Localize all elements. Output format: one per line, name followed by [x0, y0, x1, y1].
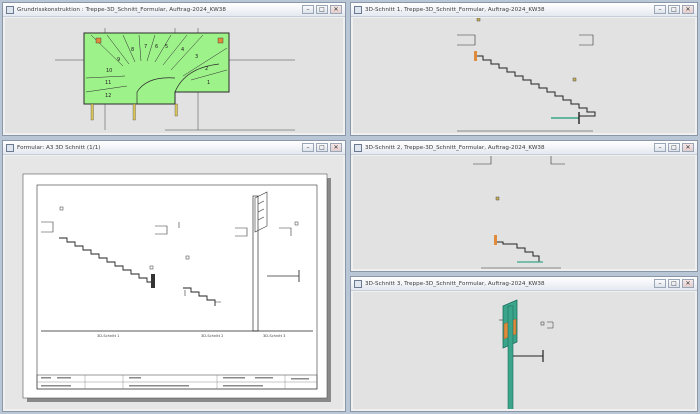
window-title: 3D-Schnitt 2, Treppe-3D_Schnitt_Formular… — [365, 144, 545, 151]
window-schnitt-2[interactable]: 3D-Schnitt 2, Treppe-3D_Schnitt_Formular… — [350, 140, 698, 272]
step-number: 1 — [207, 80, 210, 86]
plan-canvas[interactable]: 1 2 3 4 5 6 7 8 9 10 11 12 — [5, 18, 343, 133]
step-number: 4 — [181, 47, 184, 53]
sheet-canvas[interactable]: 3D-Schnitt 1 3D-Schnitt 2 3D-Schnitt 3 — [5, 156, 343, 409]
post-marker — [95, 37, 102, 44]
window-icon — [6, 5, 14, 14]
window-title: Formular: A3 3D Schnitt (1/1) — [17, 144, 101, 151]
window-schnitt-3[interactable]: 3D-Schnitt 3, Treppe-3D_Schnitt_Formular… — [350, 276, 698, 412]
step-number: 3 — [195, 54, 198, 60]
step-number: 5 — [165, 44, 168, 50]
window-schnitt-1[interactable]: 3D-Schnitt 1, Treppe-3D_Schnitt_Formular… — [350, 2, 698, 136]
marker — [495, 196, 500, 201]
post-marker — [132, 103, 136, 121]
sheet-paper — [22, 173, 328, 399]
section-2-canvas[interactable] — [353, 156, 695, 269]
close-button[interactable]: ✕ — [682, 143, 694, 152]
close-button[interactable]: ✕ — [682, 5, 694, 14]
close-button[interactable]: ✕ — [330, 143, 342, 152]
minimize-button[interactable]: – — [302, 143, 314, 152]
marker — [572, 77, 577, 82]
marker — [476, 18, 481, 22]
cut-label-2: 3D-Schnitt 2 — [201, 334, 223, 338]
stair-profile — [475, 55, 596, 117]
profile-detail — [473, 156, 565, 165]
maximize-button[interactable]: □ — [668, 143, 680, 152]
step-number: 12 — [105, 93, 111, 99]
start-post — [494, 235, 497, 245]
maximize-button[interactable]: □ — [316, 5, 328, 14]
post-marker — [174, 103, 178, 117]
step-number: 8 — [131, 47, 134, 53]
profile-detail — [547, 321, 554, 329]
window-icon — [354, 279, 362, 288]
titlebar[interactable]: 3D-Schnitt 3, Treppe-3D_Schnitt_Formular… — [351, 277, 697, 291]
window-title: Grundrisskonstruktion : Treppe-3D_Schnit… — [17, 6, 227, 13]
minimize-button[interactable]: – — [654, 5, 666, 14]
step-number: 2 — [205, 66, 208, 72]
close-button[interactable]: ✕ — [682, 279, 694, 288]
section-3-drawing — [499, 299, 554, 409]
minimize-button[interactable]: – — [654, 279, 666, 288]
section-3-canvas[interactable] — [353, 292, 695, 409]
window-icon — [354, 143, 362, 152]
section-1-drawing — [457, 18, 596, 132]
titlebar[interactable]: Grundrisskonstruktion : Treppe-3D_Schnit… — [3, 3, 345, 17]
minimize-button[interactable]: – — [654, 143, 666, 152]
titlebar[interactable]: 3D-Schnitt 1, Treppe-3D_Schnitt_Formular… — [351, 3, 697, 17]
step-number: 7 — [144, 44, 147, 50]
start-post — [474, 51, 477, 61]
minimize-button[interactable]: – — [302, 5, 314, 14]
sheet-drawing: 3D-Schnitt 1 3D-Schnitt 2 3D-Schnitt 3 — [22, 173, 331, 402]
window-grundriss[interactable]: Grundrisskonstruktion : Treppe-3D_Schnit… — [2, 2, 346, 136]
profile-detail — [457, 34, 594, 46]
close-button[interactable]: ✕ — [330, 5, 342, 14]
maximize-button[interactable]: □ — [668, 5, 680, 14]
window-icon — [6, 143, 14, 152]
section-2-drawing — [473, 156, 565, 269]
step-number: 11 — [105, 80, 111, 86]
window-formular[interactable]: Formular: A3 3D Schnitt (1/1) – □ ✕ 3D-S… — [2, 140, 346, 412]
window-title: 3D-Schnitt 1, Treppe-3D_Schnitt_Formular… — [365, 6, 545, 13]
stair-profile — [495, 241, 540, 262]
post-marker — [90, 103, 94, 121]
window-title: 3D-Schnitt 3, Treppe-3D_Schnitt_Formular… — [365, 280, 545, 287]
maximize-button[interactable]: □ — [316, 143, 328, 152]
titlebar[interactable]: 3D-Schnitt 2, Treppe-3D_Schnitt_Formular… — [351, 141, 697, 155]
section-1-canvas[interactable] — [353, 18, 695, 133]
marker — [540, 321, 545, 326]
titlebar[interactable]: Formular: A3 3D Schnitt (1/1) – □ ✕ — [3, 141, 345, 155]
window-icon — [354, 5, 362, 14]
post-marker — [217, 37, 224, 44]
cut-label-3: 3D-Schnitt 3 — [263, 334, 285, 338]
step-number: 9 — [117, 57, 120, 63]
floor-plan-drawing: 1 2 3 4 5 6 7 8 9 10 11 12 — [55, 28, 295, 131]
maximize-button[interactable]: □ — [668, 279, 680, 288]
stair-landing — [151, 274, 155, 288]
step-number: 6 — [155, 44, 158, 50]
step-number: 10 — [106, 68, 112, 74]
cut-label-1: 3D-Schnitt 1 — [97, 334, 119, 338]
newel-post — [507, 305, 514, 409]
